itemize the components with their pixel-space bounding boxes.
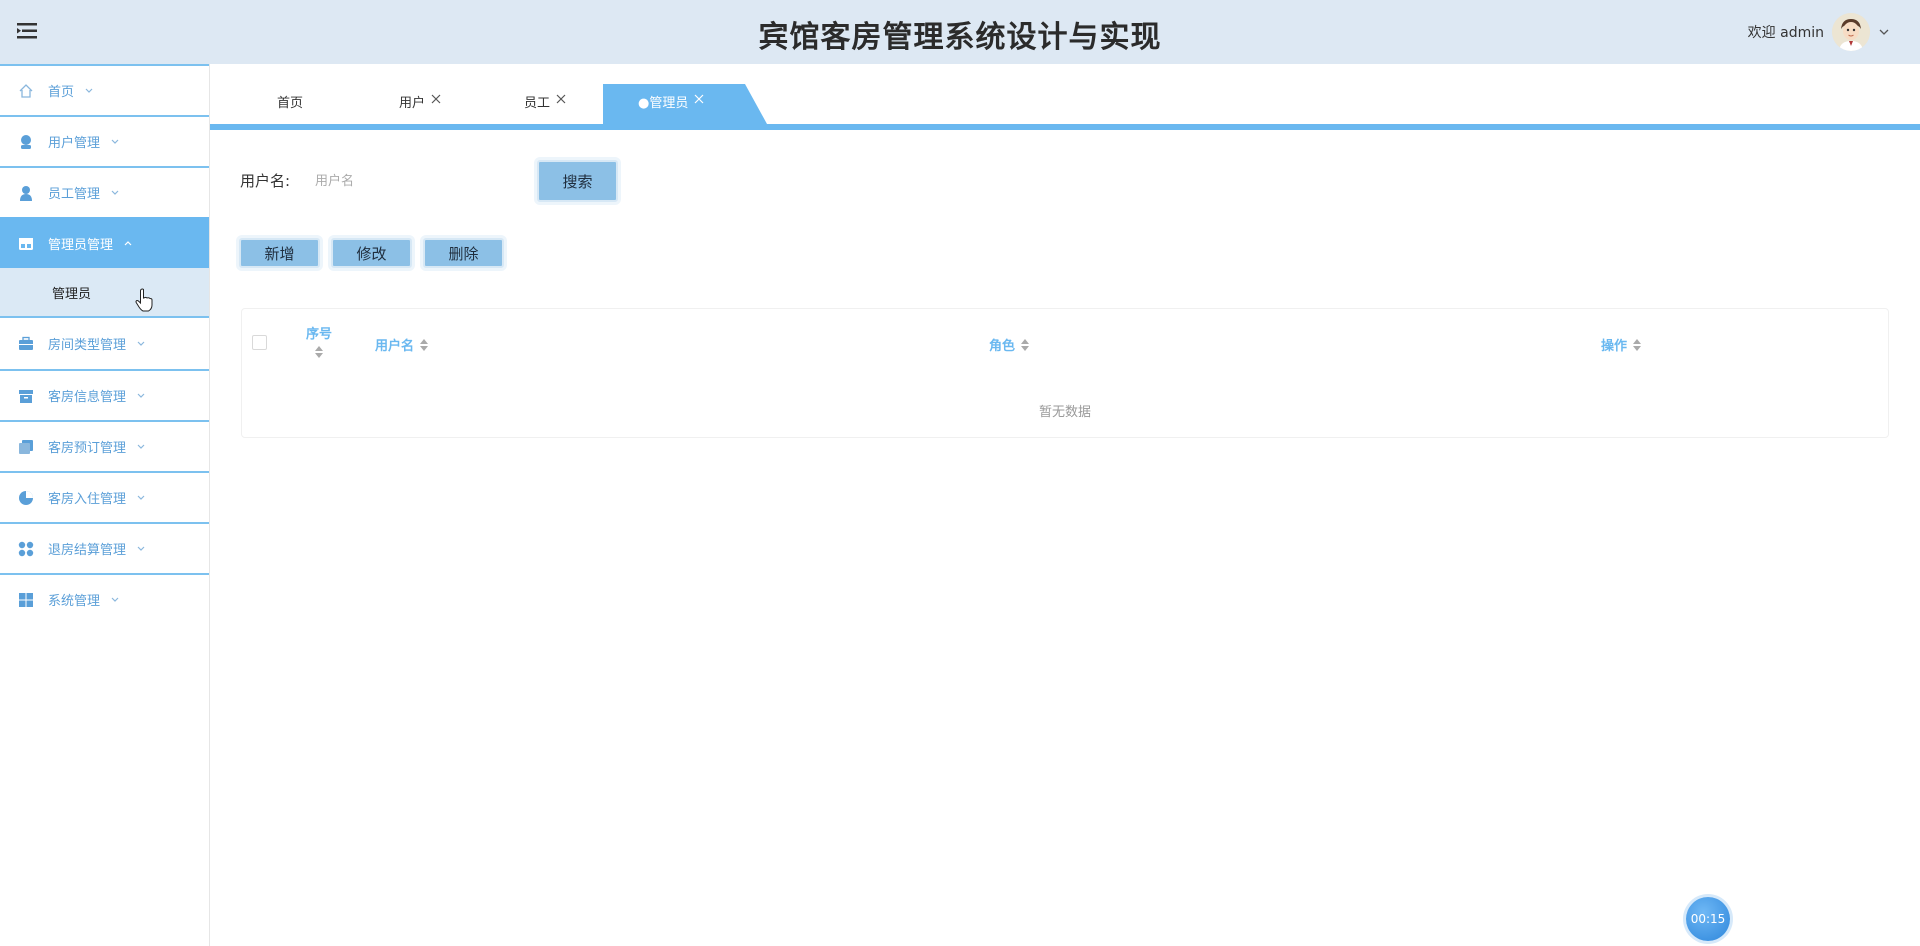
sidebar-item-home[interactable]: 首页 [0, 64, 209, 115]
sort-icon[interactable] [1020, 338, 1030, 351]
sidebar-item-label: 客房信息管理 [48, 390, 127, 405]
column-header-index[interactable]: 序号 [306, 323, 332, 358]
grid-icon [19, 592, 33, 607]
tab-label: 员工 [523, 96, 550, 111]
tab-label: 首页 [276, 96, 303, 111]
column-header-role[interactable]: 角色 [989, 335, 1030, 354]
column-header-label: 序号 [306, 327, 333, 342]
sidebar-item-label: 管理员管理 [48, 238, 114, 253]
tab-label: ●管理员 [638, 96, 689, 111]
chevron-down-icon [85, 88, 93, 93]
search-label: 用户名: [240, 172, 291, 190]
column-header-actions[interactable]: 操作 [1601, 335, 1642, 354]
welcome-text: 欢迎 admin [1747, 25, 1824, 41]
username-search-input[interactable] [313, 164, 527, 198]
tab-bar: 首页 用户 员工 ●管理员 [210, 84, 1920, 124]
search-button[interactable]: 搜索 [537, 160, 618, 202]
avatar[interactable] [1832, 13, 1870, 51]
sidebar-item-user-management[interactable]: 用户管理 [0, 115, 209, 166]
select-all-checkbox[interactable] [252, 335, 267, 350]
copy-icon [19, 439, 33, 454]
user-menu[interactable]: 欢迎 admin [1748, 10, 1890, 54]
close-icon[interactable] [556, 94, 566, 104]
sidebar-item-label: 客房入住管理 [48, 492, 127, 507]
pie-icon [19, 490, 33, 505]
sidebar-item-label: 房间类型管理 [48, 338, 127, 353]
tab-user[interactable]: 用户 [370, 84, 470, 124]
user-icon [21, 134, 31, 149]
chevron-down-icon [111, 139, 119, 144]
sort-icon[interactable] [1632, 338, 1642, 351]
delete-button[interactable]: 删除 [423, 238, 504, 268]
briefcase-icon [19, 336, 33, 350]
sidebar-item-checkout-management[interactable]: 退房结算管理 [0, 522, 209, 573]
sidebar-item-checkin-management[interactable]: 客房入住管理 [0, 471, 209, 522]
chevron-down-icon[interactable] [1878, 26, 1890, 38]
column-header-username[interactable]: 用户名 [375, 335, 429, 354]
hand-cursor-icon [135, 288, 153, 312]
apps-icon [18, 541, 34, 556]
tab-label: 用户 [398, 96, 425, 111]
sidebar-item-label: 用户管理 [48, 136, 101, 151]
tab-admin[interactable]: ●管理员 [603, 84, 767, 124]
top-header: 宾馆客房管理系统设计与实现 欢迎 admin [0, 0, 1920, 64]
chevron-up-icon [124, 240, 132, 245]
sidebar: 首页 用户管理 员工管理 管理员管理 管理员 房间类型管理 客房信息管理 客房预… [0, 64, 210, 946]
chevron-down-icon [137, 341, 145, 346]
close-icon[interactable] [431, 94, 441, 104]
sidebar-item-room-info-management[interactable]: 客房信息管理 [0, 369, 209, 420]
sidebar-item-room-type-management[interactable]: 房间类型管理 [0, 318, 209, 369]
sidebar-item-label: 首页 [48, 85, 75, 100]
sort-icon[interactable] [419, 338, 429, 351]
admin-table: 序号 用户名 角色 操作 暂无数据 [241, 308, 1889, 438]
sidebar-item-staff-management[interactable]: 员工管理 [0, 166, 209, 217]
column-header-label: 角色 [989, 339, 1016, 354]
store-icon [19, 237, 33, 250]
site-title: 宾馆客房管理系统设计与实现 [758, 20, 1162, 55]
sidebar-subitem-admin[interactable]: 管理员 [0, 268, 209, 318]
sidebar-item-label: 系统管理 [48, 594, 101, 609]
sidebar-subitem-label: 管理员 [52, 286, 92, 302]
column-header-label: 用户名 [375, 339, 415, 354]
archive-icon [19, 389, 33, 403]
sidebar-item-label: 退房结算管理 [48, 543, 127, 558]
tab-underline [210, 124, 1920, 130]
column-header-label: 操作 [1601, 339, 1628, 354]
chevron-down-icon [137, 546, 145, 551]
chevron-down-icon [111, 597, 119, 602]
empty-state-text: 暂无数据 [1038, 405, 1091, 420]
timer-badge[interactable]: 00:15 [1686, 897, 1730, 941]
chevron-down-icon [137, 393, 145, 398]
sidebar-item-system-management[interactable]: 系统管理 [0, 573, 209, 624]
person-icon [20, 185, 32, 201]
sidebar-item-admin-management[interactable]: 管理员管理 [0, 217, 209, 268]
chevron-down-icon [111, 190, 119, 195]
chevron-down-icon [137, 444, 145, 449]
close-icon[interactable] [694, 94, 704, 104]
sidebar-item-label: 客房预订管理 [48, 441, 127, 456]
sort-icon[interactable] [314, 346, 324, 358]
sidebar-item-room-booking-management[interactable]: 客房预订管理 [0, 420, 209, 471]
add-button[interactable]: 新增 [239, 238, 320, 268]
tab-staff[interactable]: 员工 [495, 84, 595, 124]
sidebar-item-label: 员工管理 [48, 187, 101, 202]
tab-home[interactable]: 首页 [250, 84, 330, 124]
edit-button[interactable]: 修改 [331, 238, 412, 268]
chevron-down-icon [137, 495, 145, 500]
home-icon [19, 83, 33, 98]
